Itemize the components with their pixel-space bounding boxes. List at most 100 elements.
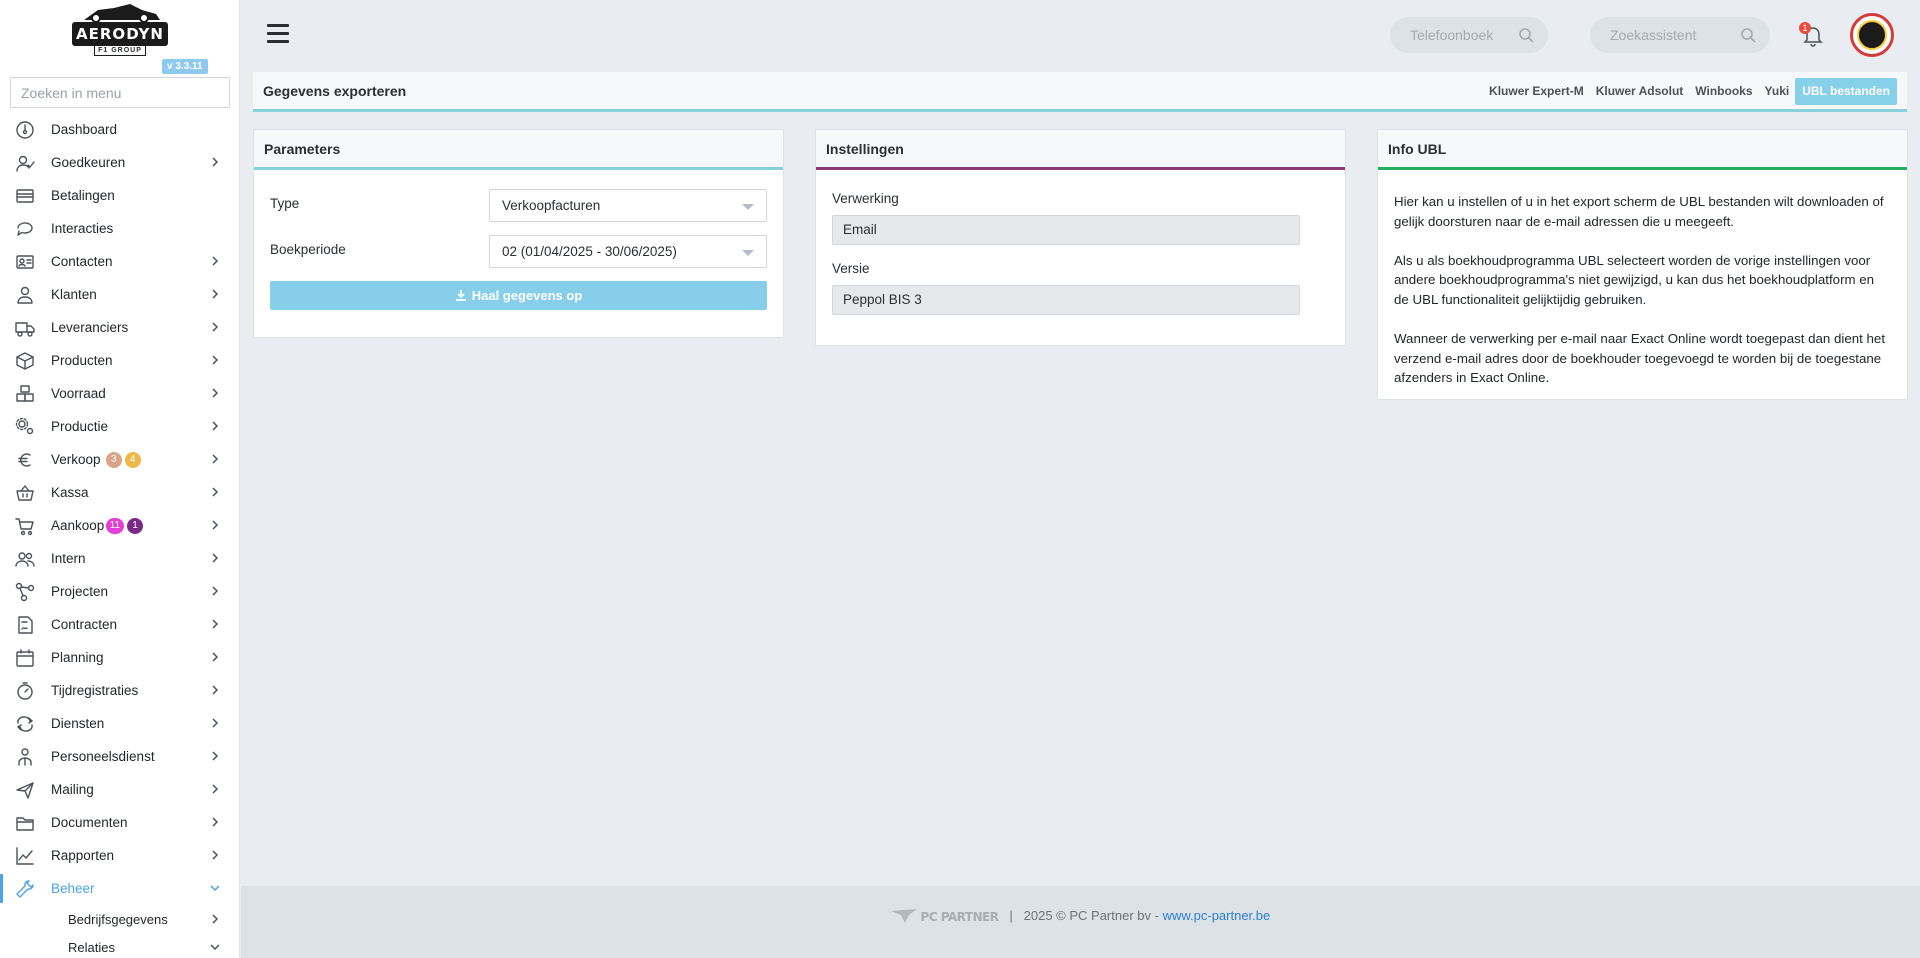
sidebar-subitem-bedrijfsgegevens[interactable]: Bedrijfsgegevens: [0, 905, 239, 933]
sidebar-item-aankoop[interactable]: Aankoop 11 1: [0, 509, 239, 542]
wrench-icon: [15, 879, 35, 899]
chevron-right-icon: [210, 288, 220, 300]
menu-toggle-button[interactable]: [267, 24, 289, 44]
footer-link[interactable]: www.pc-partner.be: [1163, 908, 1271, 923]
sidebar-item-kassa[interactable]: Kassa: [0, 476, 239, 509]
basket-icon: [15, 483, 35, 503]
tab-ubl-bestanden[interactable]: UBL bestanden: [1795, 78, 1897, 105]
chevron-right-icon: [210, 453, 220, 465]
sidebar-item-voorraad[interactable]: Voorraad: [0, 377, 239, 410]
calendar-icon: [15, 648, 35, 668]
chevron-right-icon: [210, 585, 220, 597]
company-logo[interactable]: AERODYN F1 GROUP: [72, 2, 168, 56]
sidebar-item-dashboard[interactable]: Dashboard: [0, 113, 239, 146]
sidebar-item-beheer[interactable]: Beheer: [0, 872, 239, 905]
type-select[interactable]: Verkoopfacturen: [489, 189, 767, 222]
sidebar-item-label: Beheer: [51, 881, 95, 896]
sidebar-item-label: Productie: [51, 419, 109, 434]
version-value: Peppol BIS 3: [832, 285, 1300, 315]
box-icon: [15, 351, 35, 371]
sidebar-item-projecten[interactable]: Projecten: [0, 575, 239, 608]
sidebar-item-goedkeuren[interactable]: Goedkeuren: [0, 146, 239, 179]
info-paragraph: Als u als boekhoudprogramma UBL selectee…: [1394, 252, 1875, 307]
sidebar-item-label: Projecten: [51, 584, 109, 599]
sidebar-item-label: Intern: [51, 551, 86, 566]
dropdown-arrow-icon: [742, 204, 754, 210]
sidebar-item-label: Rapporten: [51, 848, 115, 863]
chat-icon: [15, 219, 35, 239]
info-paragraph: Wanneer de verwerking per e-mail naar Ex…: [1394, 331, 1886, 386]
footer-separator: |: [1009, 908, 1013, 923]
search-icon[interactable]: [1740, 27, 1756, 43]
footer-copyright: 2025 © PC Partner bv -: [1023, 908, 1159, 923]
staff-icon: [15, 747, 35, 767]
count-badge: 11: [105, 518, 125, 534]
sidebar-item-verkoop[interactable]: Verkoop 3 4: [0, 443, 239, 476]
version-badge: v 3.3.11: [162, 59, 208, 74]
sidebar-item-label: Producten: [51, 353, 113, 368]
sidebar-item-betalingen[interactable]: Betalingen: [0, 179, 239, 212]
sidebar-item-contracten[interactable]: Contracten: [0, 608, 239, 641]
tab-kluwer-adsolut[interactable]: Kluwer Adsolut: [1590, 78, 1690, 105]
user-check-icon: [15, 153, 35, 173]
version-label: Versie: [832, 261, 870, 276]
chevron-right-icon: [210, 519, 220, 531]
tab-winbooks[interactable]: Winbooks: [1689, 78, 1758, 105]
page-title: Gegevens exporteren: [263, 83, 407, 99]
sidebar-item-interacties[interactable]: Interacties: [0, 212, 239, 245]
credit-card-icon: [15, 186, 35, 206]
chevron-right-icon: [210, 717, 220, 729]
sidebar-item-diensten[interactable]: Diensten: [0, 707, 239, 740]
info-title: Info UBL: [1388, 141, 1447, 157]
sidebar-item-intern[interactable]: Intern: [0, 542, 239, 575]
search-icon[interactable]: [1518, 27, 1534, 43]
chevron-right-icon: [210, 486, 220, 498]
sidebar-item-label: Dashboard: [51, 122, 118, 137]
chevron-right-icon: [210, 552, 220, 564]
sidebar-item-label: Kassa: [51, 485, 89, 500]
sidebar-item-klanten[interactable]: Klanten: [0, 278, 239, 311]
sidebar-item-contacten[interactable]: Contacten: [0, 245, 239, 278]
sidebar-item-label: Goedkeuren: [51, 155, 126, 170]
dashboard-icon: [15, 120, 35, 140]
settings-panel: Instellingen Verwerking Email Versie Pep…: [815, 129, 1346, 346]
type-select-value: Verkoopfacturen: [502, 198, 601, 213]
download-icon: [455, 282, 467, 301]
sidebar-item-leveranciers[interactable]: Leveranciers: [0, 311, 239, 344]
sidebar-item-tijdregistraties[interactable]: Tijdregistraties: [0, 674, 239, 707]
notification-count-badge: 1: [1799, 22, 1811, 34]
parameters-header: Parameters: [254, 130, 783, 170]
sidebar-item-productie[interactable]: Productie: [0, 410, 239, 443]
race-car-logo-icon: [84, 4, 160, 22]
period-select[interactable]: 02 (01/04/2025 - 30/06/2025): [489, 235, 767, 268]
sidebar-item-documenten[interactable]: Documenten: [0, 806, 239, 839]
fetch-data-button[interactable]: Haal gegevens op: [270, 281, 767, 310]
menu-search-input[interactable]: [10, 77, 230, 108]
phonebook-search[interactable]: [1390, 17, 1548, 53]
sidebar-subitem-label: Relaties: [68, 940, 115, 955]
chart-line-icon: [15, 846, 35, 866]
chevron-right-icon: [210, 354, 220, 366]
project-nodes-icon: [15, 582, 35, 602]
sidebar-item-label: Verkoop: [51, 452, 101, 467]
logo-text: AERODYN: [72, 22, 168, 46]
settings-title: Instellingen: [826, 141, 904, 157]
info-header: Info UBL: [1378, 130, 1907, 170]
sidebar-item-rapporten[interactable]: Rapporten: [0, 839, 239, 872]
sidebar-item-label: Tijdregistraties: [51, 683, 139, 698]
sidebar-item-label: Klanten: [51, 287, 97, 302]
paper-plane-icon: [15, 780, 35, 800]
tab-yuki[interactable]: Yuki: [1759, 78, 1796, 105]
sidebar-item-personeelsdienst[interactable]: Personeelsdienst: [0, 740, 239, 773]
sidebar-item-planning[interactable]: Planning: [0, 641, 239, 674]
sidebar-item-mailing[interactable]: Mailing: [0, 773, 239, 806]
chevron-right-icon: [210, 816, 220, 828]
user-avatar[interactable]: [1850, 13, 1894, 57]
bird-icon: [890, 909, 917, 924]
tab-kluwer-expert-m[interactable]: Kluwer Expert-M: [1483, 78, 1590, 105]
processing-label: Verwerking: [832, 191, 899, 206]
sidebar-subitem-relaties[interactable]: Relaties: [0, 933, 239, 958]
sidebar-item-producten[interactable]: Producten: [0, 344, 239, 377]
assistant-search[interactable]: [1590, 17, 1770, 53]
sidebar-item-label: Diensten: [51, 716, 105, 731]
